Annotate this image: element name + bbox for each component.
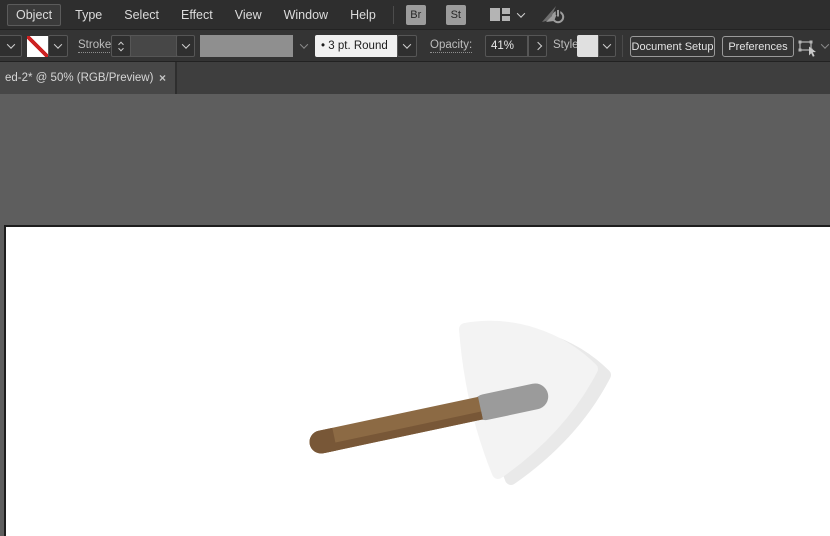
document-setup-button[interactable]: Document Setup [630, 36, 715, 57]
width-profile-dropdown-disabled [200, 35, 293, 57]
menu-item-view[interactable]: View [224, 0, 273, 30]
select-similar-chevron[interactable] [822, 35, 830, 57]
control-bar: Stroke: • 3 pt. Round Opacity: 41% [0, 30, 830, 62]
stroke-label[interactable]: Stroke: [78, 39, 114, 53]
shovel-artwork[interactable] [6, 227, 830, 536]
stroke-none-swatch[interactable] [27, 36, 48, 57]
opacity-value: 41% [491, 40, 514, 52]
brush-definition-field[interactable]: • 3 pt. Round [315, 35, 397, 57]
stepper-down-icon[interactable] [118, 45, 124, 51]
brush-libraries-button[interactable]: Br [406, 5, 426, 25]
chevron-down-icon [7, 40, 15, 48]
menu-item-type[interactable]: Type [64, 0, 113, 30]
illustrator-window: Object Type Select Effect View Window He… [0, 0, 830, 536]
style-libraries-button[interactable]: St [446, 5, 466, 25]
workspace-switcher-icon[interactable] [490, 8, 510, 21]
chevron-down-icon [821, 40, 829, 48]
chevron-down-icon [603, 40, 611, 48]
artboard-canvas[interactable] [6, 227, 830, 536]
fill-color-dropdown[interactable] [0, 35, 22, 57]
chevron-down-icon [403, 40, 411, 48]
stroke-width-stepper[interactable] [111, 35, 131, 57]
opacity-label[interactable]: Opacity: [430, 39, 472, 53]
brush-definition-dropdown[interactable] [397, 35, 417, 57]
chevron-down-icon [181, 40, 189, 48]
opacity-field[interactable]: 41% [485, 35, 528, 57]
controlbar-divider [622, 35, 623, 57]
menu-bar: Object Type Select Effect View Window He… [0, 0, 830, 30]
shovel-handle-cap [307, 428, 337, 456]
brush-name: 3 pt. Round [325, 40, 391, 52]
style-dropdown[interactable] [598, 35, 616, 57]
opacity-popup-button[interactable] [528, 35, 547, 57]
stroke-width-dropdown[interactable] [176, 35, 195, 57]
chevron-down-icon [300, 40, 308, 48]
chevron-right-icon [533, 42, 541, 50]
document-tab[interactable]: ed-2* @ 50% (RGB/Preview) × [0, 62, 177, 94]
gpu-performance-icon[interactable] [540, 4, 566, 26]
menu-item-help[interactable]: Help [339, 0, 387, 30]
menubar-divider [393, 6, 394, 24]
menu-item-window[interactable]: Window [273, 0, 339, 30]
tab-close-icon[interactable]: × [159, 71, 166, 85]
workspace-chevron-down-icon[interactable] [517, 9, 525, 17]
preferences-button[interactable]: Preferences [722, 36, 794, 57]
width-profile-chevron [296, 35, 312, 57]
document-tab-title: ed-2* @ 50% (RGB/Preview) [5, 72, 153, 84]
style-swatch[interactable] [577, 35, 598, 57]
menu-item-effect[interactable]: Effect [170, 0, 224, 30]
select-similar-options-icon[interactable] [797, 37, 819, 59]
chevron-down-icon [54, 40, 62, 48]
stroke-color-dropdown[interactable] [48, 35, 68, 57]
stroke-width-field[interactable] [130, 35, 177, 57]
document-tab-bar: ed-2* @ 50% (RGB/Preview) × [0, 62, 830, 94]
menu-item-object[interactable]: Object [7, 4, 61, 26]
menu-item-select[interactable]: Select [113, 0, 170, 30]
